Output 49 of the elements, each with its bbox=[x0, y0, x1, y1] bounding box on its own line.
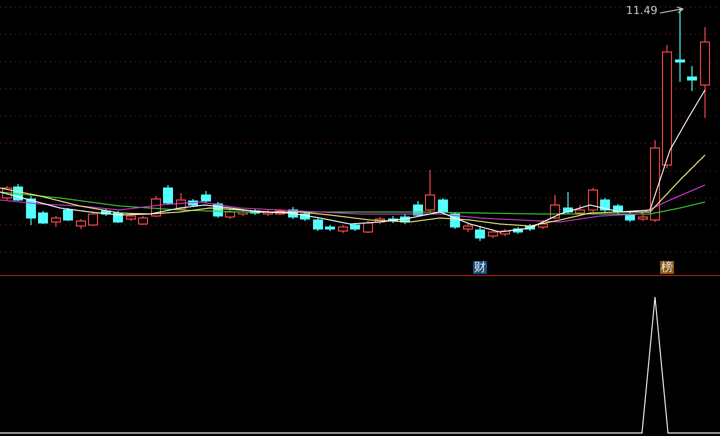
candlestick bbox=[363, 220, 373, 234]
candlestick bbox=[588, 188, 598, 212]
candlestick bbox=[101, 208, 111, 216]
candlestick bbox=[638, 214, 648, 222]
candlestick bbox=[550, 194, 560, 220]
candlestick bbox=[413, 200, 423, 216]
candlestick bbox=[488, 230, 498, 238]
candlestick bbox=[350, 222, 360, 232]
candlestick bbox=[525, 224, 535, 232]
candlestick bbox=[600, 198, 610, 212]
candlestick bbox=[338, 224, 348, 234]
candlestick bbox=[138, 216, 148, 226]
candlestick bbox=[613, 204, 623, 214]
candlestick bbox=[26, 196, 36, 226]
candlestick bbox=[250, 208, 260, 216]
candlestick bbox=[238, 210, 248, 216]
candlestick bbox=[51, 216, 61, 228]
candlestick bbox=[475, 226, 485, 242]
candlestick bbox=[375, 216, 385, 224]
candlestick bbox=[687, 66, 697, 92]
candlestick bbox=[513, 226, 523, 234]
candlestick bbox=[38, 210, 48, 224]
candlestick bbox=[163, 184, 173, 206]
candlestick bbox=[463, 224, 473, 232]
candlestick bbox=[225, 210, 235, 220]
candlestick bbox=[63, 208, 73, 222]
candlestick bbox=[563, 192, 573, 214]
candlestick bbox=[88, 212, 98, 226]
price-label: 11.49 bbox=[626, 5, 658, 16]
signal-badge: 财 bbox=[473, 261, 487, 274]
signal-badge: 榜 bbox=[660, 261, 674, 274]
candlestick bbox=[325, 224, 335, 232]
candlestick bbox=[438, 198, 448, 214]
candlestick bbox=[201, 190, 211, 204]
candlestick bbox=[263, 210, 273, 216]
candlestick bbox=[76, 218, 86, 230]
candlestick bbox=[400, 214, 410, 224]
candlestick bbox=[313, 218, 323, 232]
candlestick bbox=[500, 228, 510, 236]
candlestick bbox=[575, 204, 585, 216]
candlestick bbox=[425, 170, 435, 212]
candlestick bbox=[275, 208, 285, 216]
candlestick bbox=[288, 206, 298, 220]
candlestick bbox=[188, 198, 198, 208]
candlestick bbox=[300, 212, 310, 222]
candlestick bbox=[176, 192, 186, 210]
candlestick bbox=[388, 216, 398, 224]
arrow-icon bbox=[660, 6, 686, 16]
candlestick bbox=[126, 214, 136, 222]
